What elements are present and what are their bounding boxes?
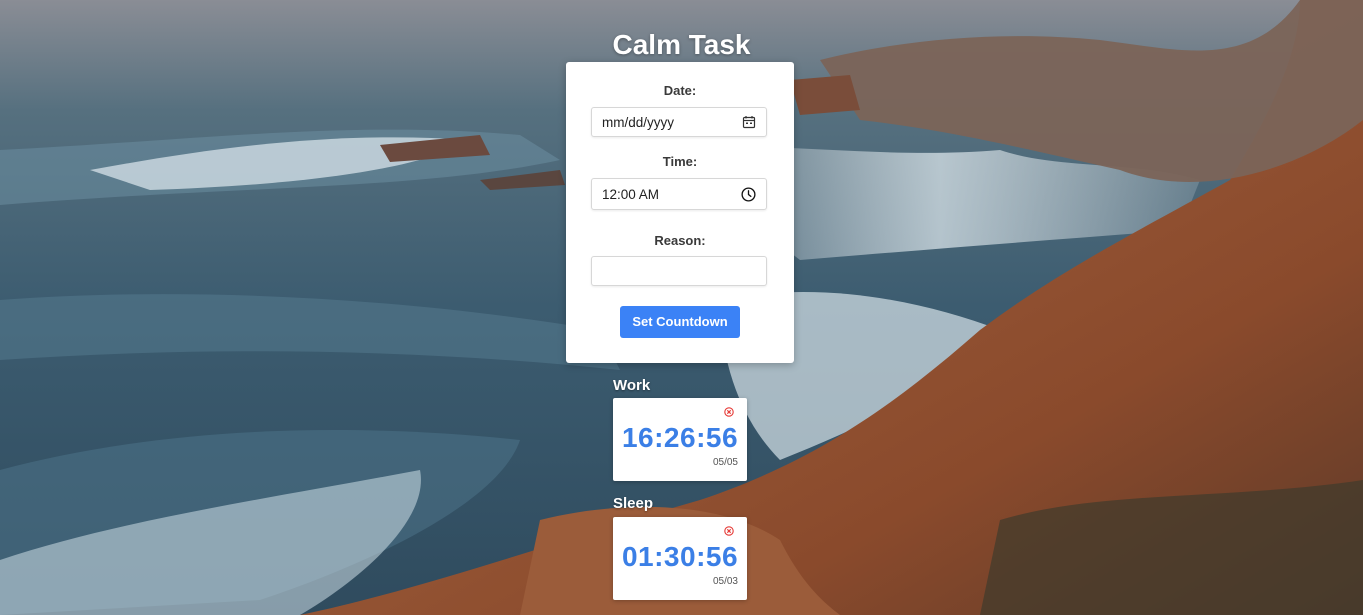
- countdown-title-sleep: Sleep: [613, 495, 654, 512]
- countdown-card-work: 16:26:56 05/05: [613, 398, 747, 481]
- reason-label: Reason:: [654, 233, 706, 248]
- time-input[interactable]: 12:00 AM: [591, 178, 767, 210]
- countdown-time: 01:30:56: [621, 541, 739, 572]
- countdown-date: 05/05: [712, 457, 738, 468]
- countdown-card-sleep: 01:30:56 05/03: [613, 517, 747, 600]
- set-countdown-button[interactable]: Set Countdown: [620, 306, 740, 338]
- countdown-date: 05/03: [712, 576, 738, 587]
- close-icon[interactable]: [724, 526, 734, 536]
- calendar-icon[interactable]: [742, 115, 756, 129]
- countdown-time: 16:26:56: [621, 422, 739, 453]
- time-value: 12:00 AM: [602, 187, 660, 202]
- close-icon[interactable]: [724, 407, 734, 417]
- reason-input[interactable]: [591, 256, 767, 286]
- date-value: mm/dd/yyyy: [602, 115, 675, 130]
- time-label: Time:: [662, 154, 698, 169]
- date-label: Date:: [663, 83, 697, 98]
- countdown-form: Date: mm/dd/yyyy Time: 12:00 AM Reason: …: [566, 62, 794, 363]
- clock-icon[interactable]: [741, 187, 756, 202]
- date-input[interactable]: mm/dd/yyyy: [591, 107, 767, 137]
- app-title: Calm Task: [612, 29, 751, 60]
- countdown-title-work: Work: [613, 377, 651, 394]
